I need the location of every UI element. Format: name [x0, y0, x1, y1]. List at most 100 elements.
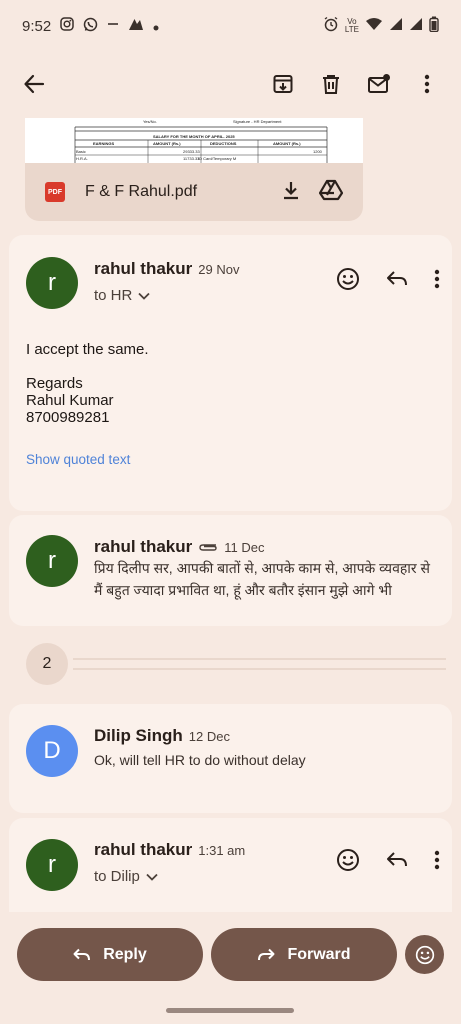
- mark-unread-button[interactable]: [359, 64, 399, 104]
- sender-name: rahul thakur: [94, 259, 193, 278]
- wifi-icon: [365, 17, 383, 35]
- collapsed-messages[interactable]: 2: [9, 643, 452, 687]
- stack-divider: [73, 658, 446, 660]
- body-line: Regards: [26, 375, 83, 392]
- body-line: Rahul Kumar: [26, 392, 114, 409]
- forward-button[interactable]: Forward: [211, 928, 397, 981]
- recipients-toggle[interactable]: to Dilip: [94, 868, 158, 885]
- sender-name: rahul thakur: [94, 537, 193, 556]
- message-snippet: Ok, will tell HR to do without delay: [94, 752, 306, 768]
- emoji-icon: [337, 849, 359, 871]
- sender-name: Dilip Singh: [94, 726, 183, 745]
- add-reaction-button[interactable]: [336, 848, 360, 877]
- whatsapp-icon: [83, 17, 98, 36]
- instagram-icon: [60, 17, 74, 35]
- reply-label: Reply: [103, 945, 147, 963]
- message-date: 12 Dec: [188, 729, 230, 744]
- status-time: 9:52: [22, 17, 52, 35]
- more-vertical-icon: [434, 269, 440, 289]
- message-more-button[interactable]: [434, 269, 440, 294]
- doc-salary-title: SALARY FOR THE MONTH OF APRIL- 2025: [153, 134, 235, 139]
- minus-icon: [107, 17, 119, 35]
- attachment-bar: PDF F & F Rahul.pdf: [25, 163, 363, 221]
- back-button[interactable]: [14, 64, 54, 104]
- volte-indicator: Vo LTE: [345, 18, 359, 34]
- attachment-card[interactable]: Yes/No. Signature - HR Department SALARY…: [25, 118, 363, 221]
- google-drive-icon: [318, 179, 344, 200]
- avatar[interactable]: r: [26, 839, 78, 891]
- react-button[interactable]: [405, 935, 444, 974]
- message-date: 29 Nov: [198, 262, 240, 277]
- archive-icon: [273, 75, 293, 93]
- more-vertical-icon: [424, 74, 430, 94]
- avatar[interactable]: D: [26, 725, 78, 777]
- emoji-icon: [415, 945, 434, 964]
- message-card[interactable]: D Dilip Singh 12 Dec Ok, will tell HR to…: [9, 704, 452, 813]
- home-indicator[interactable]: [166, 1008, 294, 1013]
- dot-icon: [153, 18, 159, 35]
- doc-col-earnings: EARNINGS: [93, 141, 114, 146]
- message-card[interactable]: r rahul thakur 29 Nov to HR I accept the…: [9, 235, 452, 511]
- chevron-down-icon: [138, 292, 150, 300]
- sender-name: rahul thakur: [94, 840, 193, 859]
- add-reaction-button[interactable]: [336, 267, 360, 296]
- alarm-icon: [323, 16, 339, 36]
- doc-row2-label: H.R.A.: [76, 156, 88, 161]
- signal-icon: [389, 17, 403, 35]
- volte-bottom-label: LTE: [344, 25, 359, 34]
- message-card[interactable]: r rahul thakur 1:31 am to Dilip: [9, 818, 452, 912]
- mail-unread-icon: [368, 74, 390, 93]
- reply-icon: [387, 852, 407, 867]
- reply-icon: [73, 948, 91, 960]
- doc-row1-label: Basic: [76, 149, 86, 154]
- status-bar: 9:52 Vo LTE: [0, 0, 461, 52]
- attachment-preview[interactable]: Yes/No. Signature - HR Department SALARY…: [25, 118, 363, 163]
- reply-all-button[interactable]: Reply: [17, 928, 203, 981]
- message-body: I accept the same. Regards Rahul Kumar 8…: [26, 341, 149, 426]
- avatar[interactable]: r: [26, 535, 78, 587]
- doc-row1-amount: 29333.33: [183, 149, 200, 154]
- top-app-bar: [0, 56, 461, 112]
- delete-button[interactable]: [311, 64, 351, 104]
- recipients-label: to Dilip: [94, 868, 140, 885]
- body-line: I accept the same.: [26, 341, 149, 358]
- download-icon: [284, 181, 298, 199]
- document-thumbnail: Yes/No. Signature - HR Department SALARY…: [74, 119, 328, 163]
- more-vertical-icon: [434, 850, 440, 870]
- body-line: 8700989281: [26, 409, 110, 426]
- recipients-toggle[interactable]: to HR: [94, 287, 150, 304]
- bottom-action-bar: Reply Forward: [0, 928, 461, 984]
- attachment-clip-icon: [198, 539, 218, 557]
- avatar[interactable]: r: [26, 257, 78, 309]
- more-options-button[interactable]: [407, 64, 447, 104]
- doc-row1-ded-amount: 1200: [313, 149, 323, 154]
- app-a-icon: [128, 17, 144, 35]
- doc-signature-text: Signature - HR Department: [233, 119, 282, 124]
- download-button[interactable]: [281, 180, 301, 205]
- message-card[interactable]: r rahul thakur 11 Dec प्रिय दिलीप सर, आप…: [9, 515, 452, 626]
- attachment-file-name: F & F Rahul.pdf: [85, 183, 198, 200]
- message-date: 11 Dec: [224, 540, 265, 555]
- archive-button[interactable]: [263, 64, 303, 104]
- chevron-down-icon: [146, 873, 158, 881]
- emoji-icon: [337, 268, 359, 290]
- stack-divider: [73, 668, 446, 670]
- doc-col-deductions: DEDUCTIONS: [210, 141, 237, 146]
- show-quoted-text-link[interactable]: Show quoted text: [26, 452, 130, 467]
- arrow-left-icon: [24, 74, 45, 94]
- collapsed-count-badge[interactable]: 2: [26, 643, 68, 685]
- message-more-button[interactable]: [434, 850, 440, 875]
- message-snippet: प्रिय दिलीप सर, आपकी बातों से, आपके काम …: [94, 560, 430, 598]
- forward-icon: [258, 948, 275, 960]
- save-to-drive-button[interactable]: [318, 179, 344, 206]
- avatar-letter: r: [48, 851, 56, 878]
- battery-icon: [429, 16, 439, 36]
- avatar-letter: D: [43, 737, 61, 764]
- doc-row2-deduction: ID Card/Temporary M: [198, 156, 236, 161]
- doc-col-amount-2: AMOUNT (Rs.): [273, 141, 301, 146]
- doc-header-text: Yes/No.: [143, 119, 157, 124]
- reply-button[interactable]: [386, 270, 408, 293]
- signal-2-icon: [409, 17, 423, 35]
- avatar-letter: r: [48, 269, 56, 296]
- reply-button[interactable]: [386, 851, 408, 874]
